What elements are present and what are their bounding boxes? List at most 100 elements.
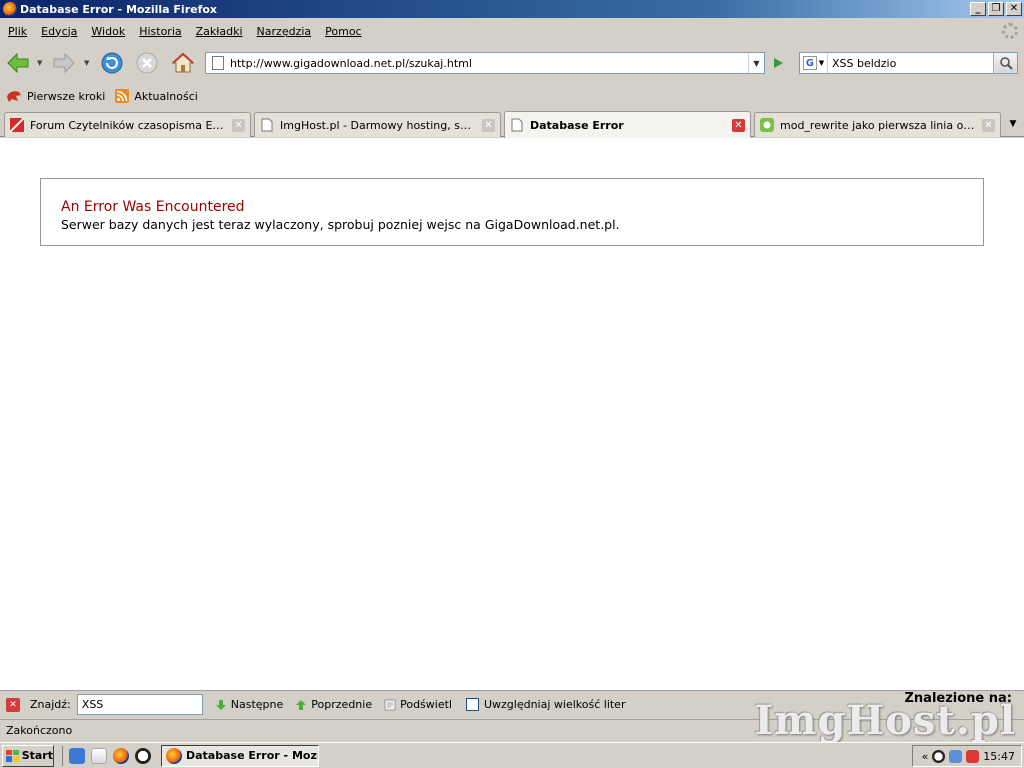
list-all-tabs-icon[interactable]: ▼ [1004, 113, 1022, 135]
close-button[interactable]: ✕ [1006, 2, 1022, 16]
taskbar: Start Database Error - Mozi... « 15:47 [0, 742, 1024, 768]
menu-item-historia[interactable]: Historia [133, 25, 189, 38]
blogger-favicon-icon [760, 118, 774, 132]
tab-imghost[interactable]: ImgHost.pl - Darmowy hosting, serwer... … [254, 112, 501, 137]
url-history-dropdown-icon[interactable]: ▼ [748, 53, 764, 73]
status-text: Zakończono [6, 724, 73, 737]
quick-launch [62, 745, 151, 766]
tab-forum[interactable]: Forum Czytelników czasopisma Ekspert... … [4, 112, 251, 137]
menu-item-label: Edycja [41, 24, 78, 38]
tab-close-icon[interactable]: ✕ [232, 118, 245, 132]
tab-close-icon[interactable]: ✕ [482, 118, 495, 132]
url-text[interactable]: http://www.gigadownload.net.pl/szukaj.ht… [230, 57, 748, 70]
menu-bar: Plik Edycja Widok Historia Zakładki Narz… [0, 20, 1024, 42]
find-previous-label: Poprzednie [311, 698, 373, 711]
maximize-button[interactable]: ❐ [988, 2, 1004, 16]
match-case-checkbox[interactable] [465, 698, 479, 711]
menu-item-label: Plik [8, 24, 28, 38]
tray-expand-icon[interactable]: « [922, 750, 929, 763]
menu-item-label: Historia [139, 24, 182, 38]
go-arrow-icon [774, 58, 783, 68]
reload-icon [101, 52, 123, 74]
find-input[interactable]: XSS [76, 694, 203, 715]
menu-item-pomoc[interactable]: Pomoc [319, 25, 369, 38]
windows-logo-icon [6, 749, 19, 762]
show-desktop-icon[interactable] [91, 747, 107, 764]
search-bar[interactable]: G ▼ XSS beldzio [799, 52, 1018, 74]
minimize-button[interactable]: _ [970, 2, 986, 16]
window-titlebar: Database Error - Mozilla Firefox _ ❐ ✕ [0, 0, 1024, 18]
tab-label: mod_rewrite jako pierwsza linia obrony..… [780, 118, 976, 132]
tab-close-icon[interactable]: ✕ [982, 118, 995, 132]
page-icon [212, 56, 224, 70]
menu-item-plik[interactable]: Plik [2, 25, 35, 38]
antivirus-tray-icon[interactable] [966, 749, 980, 763]
bookmark-label: Pierwsze kroki [27, 89, 106, 103]
firefox-bookmark-icon [7, 91, 21, 102]
firefox-launch-icon[interactable] [113, 747, 129, 764]
bookmarks-toolbar: Pierwsze kroki Aktualności [0, 85, 1024, 107]
internet-explorer-icon[interactable] [69, 747, 85, 764]
search-engine-selector[interactable]: G ▼ [800, 53, 828, 73]
menu-item-narzedzia[interactable]: Narzędzia [251, 25, 320, 38]
forward-arrow-icon [53, 52, 75, 74]
navigation-toolbar: ▼ ▼ http://www.gigadownload.net.pl/szuka… [0, 43, 1024, 83]
find-next-label: Następne [230, 698, 284, 711]
go-button[interactable] [767, 52, 789, 74]
tab-close-icon[interactable]: ✕ [732, 118, 745, 132]
bookmark-aktualnosci[interactable]: Aktualności [115, 89, 198, 103]
find-label: Znajdź: [30, 698, 71, 711]
url-bar[interactable]: http://www.gigadownload.net.pl/szukaj.ht… [205, 52, 765, 74]
bookmark-pierwsze-kroki[interactable]: Pierwsze kroki [6, 89, 105, 103]
menu-item-label: Widok [91, 24, 126, 38]
search-engine-dropdown-icon: ▼ [818, 59, 825, 67]
find-previous-button[interactable]: Poprzednie [295, 698, 372, 711]
reload-button[interactable] [98, 49, 126, 77]
match-case-label: Uwzględniaj wielkość liter [483, 698, 626, 711]
tab-database-error[interactable]: Database Error ✕ [504, 111, 751, 138]
menu-item-edycja[interactable]: Edycja [35, 25, 85, 38]
error-box: An Error Was Encountered Serwer bazy dan… [40, 178, 984, 246]
forward-button[interactable] [50, 49, 78, 77]
menu-item-label: Pomoc [325, 24, 362, 38]
tab-label: Database Error [530, 118, 624, 132]
menu-item-widok[interactable]: Widok [85, 25, 133, 38]
page-favicon-icon [511, 118, 523, 132]
imghost-watermark: ImgHost.pl [754, 697, 1016, 744]
google-icon: G [802, 56, 817, 70]
highlight-button[interactable]: Podświetl [384, 698, 452, 711]
panda-tray-icon[interactable] [932, 749, 946, 763]
home-button[interactable] [169, 49, 197, 77]
arrow-down-icon [215, 699, 226, 710]
magnifier-icon [999, 57, 1013, 70]
taskbar-item-label: Database Error - Mozi... [186, 749, 319, 762]
error-message: Serwer bazy danych jest teraz wylaczony,… [61, 217, 620, 232]
menu-item-zakladki[interactable]: Zakładki [190, 25, 251, 38]
search-input[interactable]: XSS beldzio [828, 57, 993, 70]
find-next-button[interactable]: Następne [215, 698, 284, 711]
window-title: Database Error - Mozilla Firefox [20, 2, 218, 16]
start-button[interactable]: Start [2, 744, 54, 767]
network-tray-icon[interactable] [949, 749, 963, 763]
taskbar-item-firefox[interactable]: Database Error - Mozi... [161, 744, 319, 767]
back-button[interactable] [4, 49, 32, 77]
back-arrow-icon [7, 52, 29, 74]
back-history-dropdown-icon[interactable]: ▼ [37, 59, 45, 67]
firefox-task-icon [166, 747, 182, 764]
tab-mod-rewrite[interactable]: mod_rewrite jako pierwsza linia obrony..… [754, 112, 1001, 137]
panda-icon[interactable] [135, 747, 151, 764]
find-close-icon[interactable]: ✕ [6, 697, 20, 712]
search-button[interactable] [993, 53, 1017, 73]
menu-item-label: Narzędzia [256, 24, 312, 38]
clock: 15:47 [983, 749, 1015, 763]
stop-button[interactable] [133, 49, 161, 77]
rss-icon [115, 89, 130, 103]
window-controls: _ ❐ ✕ [970, 2, 1022, 16]
tab-bar: Forum Czytelników czasopisma Ekspert... … [0, 109, 1024, 138]
page-content: An Error Was Encountered Serwer bazy dan… [0, 138, 1024, 690]
highlight-label: Podświetl [400, 698, 452, 711]
system-tray: « 15:47 [912, 745, 1022, 767]
firefox-icon [3, 2, 17, 16]
forward-history-dropdown-icon[interactable]: ▼ [84, 59, 92, 67]
tab-label: ImgHost.pl - Darmowy hosting, serwer... [280, 118, 476, 132]
